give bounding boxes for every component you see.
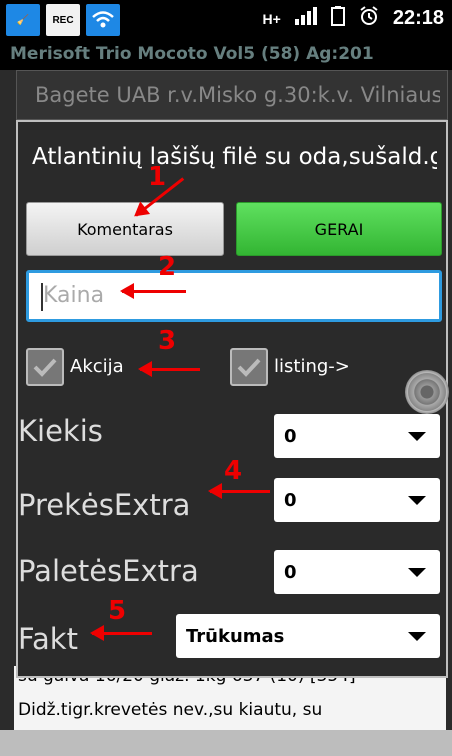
pallet-extra-label: PaletėsExtra (18, 554, 199, 588)
bottom-bar (0, 730, 452, 756)
product-dialog: Atlantinių lašišų filė su oda,sušald.g K… (16, 120, 448, 678)
annotation-5: 5 (108, 596, 127, 626)
alarm-icon (359, 6, 379, 31)
signal-icon (294, 7, 317, 30)
quantity-select[interactable]: 0 (274, 414, 440, 458)
product-extra-value: 0 (284, 489, 297, 511)
annotation-3: 3 (158, 326, 177, 356)
promo-checkbox[interactable] (26, 348, 64, 386)
scroll-knob-icon[interactable] (405, 370, 449, 414)
dropdown-arrow-icon (408, 431, 426, 441)
ok-button[interactable]: GERAI (236, 202, 442, 256)
rec-icon[interactable]: REC (46, 4, 80, 36)
battery-icon (330, 6, 345, 31)
annotation-1: 1 (148, 162, 167, 192)
dropdown-arrow-icon (408, 631, 426, 641)
fact-label: Fakt (18, 622, 78, 656)
pallet-extra-select[interactable]: 0 (274, 550, 440, 594)
annotation-arrow-4 (208, 483, 270, 499)
check-icon (33, 358, 57, 377)
price-placeholder: Kaina (43, 283, 105, 308)
promo-label: Akcija (70, 356, 124, 377)
comment-button[interactable]: Komentaras (26, 202, 224, 256)
pallet-extra-value: 0 (284, 561, 297, 583)
quantity-label: Kiekis (18, 414, 103, 448)
rec-label: REC (52, 14, 74, 26)
wifi-icon[interactable] (86, 4, 120, 36)
annotation-arrow-5 (90, 625, 152, 641)
outer-dialog-title: Bagete UAB r.v.Misko g.30:k.v. Vilniaus (35, 83, 440, 107)
check-icon (237, 358, 261, 377)
text-cursor (41, 283, 43, 311)
app-title: Merisoft Trio Mocoto Vol5 (58) Ag:201 (10, 44, 374, 64)
dialog-title: Atlantinių lašišų filė su oda,sušald.g (32, 144, 437, 170)
annotation-4: 4 (224, 456, 243, 486)
network-type: H+ (262, 10, 281, 27)
cleaner-icon[interactable]: 🧹 (6, 4, 40, 36)
status-bar: 🧹 REC H+ 22:18 (0, 0, 452, 40)
product-extra-select[interactable]: 0 (274, 478, 440, 522)
dropdown-arrow-icon (408, 567, 426, 577)
list-item[interactable]: Didž.tigr.krevetės nev.,su kiautu, su (14, 696, 446, 730)
listing-checkbox[interactable] (230, 348, 268, 386)
annotation-2: 2 (158, 252, 177, 282)
fact-value: Trūkumas (186, 625, 285, 647)
price-input[interactable]: Kaina (26, 270, 442, 322)
quantity-value: 0 (284, 425, 297, 447)
clock: 22:18 (392, 7, 444, 29)
product-extra-label: PrekėsExtra (18, 488, 191, 522)
listing-label: listing-> (274, 356, 350, 377)
dropdown-arrow-icon (408, 495, 426, 505)
annotation-arrow-3 (138, 361, 200, 377)
outer-dialog: Bagete UAB r.v.Misko g.30:k.v. Vilniaus (16, 70, 448, 120)
annotation-arrow-2 (120, 283, 186, 299)
fact-select[interactable]: Trūkumas (176, 614, 440, 658)
